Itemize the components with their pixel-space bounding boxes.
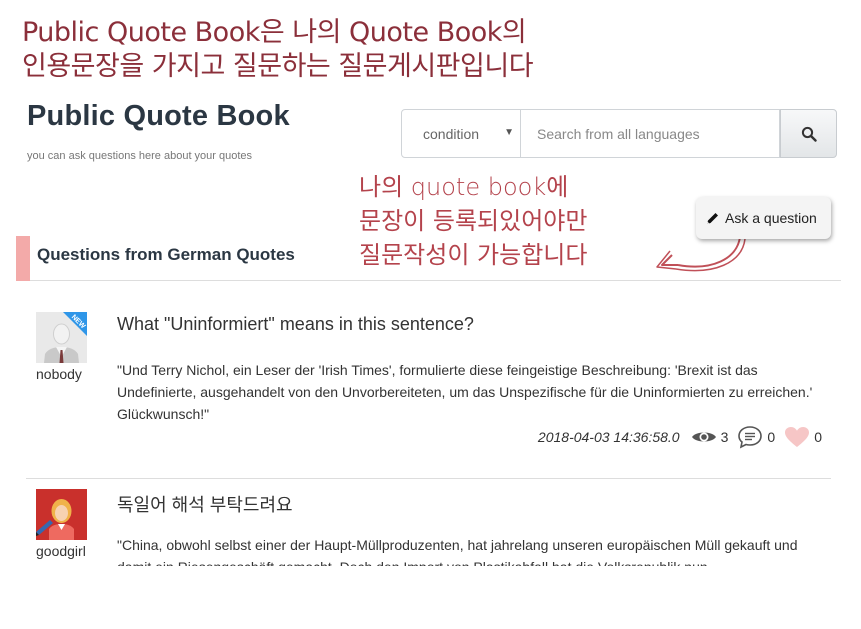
annotation-top-line2: 인용문장을 가지고 질문하는 질문게시판입니다 <box>22 51 534 82</box>
section-accent-bar <box>16 236 30 281</box>
question-title[interactable]: What "Uninformiert" means in this senten… <box>117 314 474 335</box>
search-icon <box>801 126 817 142</box>
chevron-down-icon: ▼ <box>504 127 514 138</box>
question-title[interactable]: 독일어 해석 부탁드려요 <box>117 491 293 517</box>
search-input[interactable] <box>521 109 780 158</box>
comments-stat[interactable]: 0 <box>737 425 775 449</box>
brand-subtitle: you can ask questions here about your qu… <box>27 150 253 162</box>
username[interactable]: nobody <box>36 366 82 382</box>
question-item: goodgirl 독일어 해석 부탁드려요 "China, obwohl sel… <box>36 489 831 569</box>
pencil-icon <box>705 211 720 226</box>
annotation-middle-line2: 문장이 등록되있어야만 <box>359 207 588 235</box>
avatar[interactable]: NEW <box>36 312 87 363</box>
new-badge-icon: NEW <box>63 312 87 336</box>
condition-select[interactable]: condition ▼ <box>401 109 521 158</box>
search-button[interactable] <box>780 109 837 158</box>
likes-stat[interactable]: 0 <box>784 426 822 448</box>
question-item: NEW nobody What "Uninformiert" means in … <box>36 312 831 462</box>
ask-question-label: Ask a question <box>725 210 817 226</box>
comment-icon <box>738 426 763 449</box>
girl-avatar-icon <box>36 489 87 540</box>
annotation-middle-line1: 나의 quote book에 <box>359 173 569 201</box>
annotation-top-line1: Public Quote Book은 나의 Quote Book의 <box>22 17 527 48</box>
username[interactable]: goodgirl <box>36 543 86 559</box>
likes-count: 0 <box>814 429 822 445</box>
search-bar: condition ▼ <box>401 109 837 158</box>
comments-count: 0 <box>767 429 776 445</box>
question-body: "Und Terry Nichol, ein Leser der 'Irish … <box>117 362 813 422</box>
condition-select-label: condition <box>423 125 480 142</box>
section-title: Questions from German Quotes <box>37 245 295 264</box>
avatar[interactable] <box>36 489 87 540</box>
section-header: Questions from German Quotes <box>16 236 841 281</box>
question-meta: 2018-04-03 14:36:58.0 3 0 0 <box>538 425 822 449</box>
annotation-top: Public Quote Book은 나의 Quote Book의 인용문장을 … <box>22 16 534 84</box>
heart-icon <box>785 427 810 447</box>
ask-question-button[interactable]: Ask a question <box>696 197 831 239</box>
eye-icon <box>691 432 716 442</box>
views-stat: 3 <box>691 429 729 445</box>
question-date: 2018-04-03 14:36:58.0 <box>537 429 680 445</box>
views-count: 3 <box>720 429 729 445</box>
question-body: "China, obwohl selbst einer der Haupt-Mü… <box>117 537 798 566</box>
brand-title[interactable]: Public Quote Book <box>27 100 290 133</box>
question-divider <box>26 478 831 479</box>
